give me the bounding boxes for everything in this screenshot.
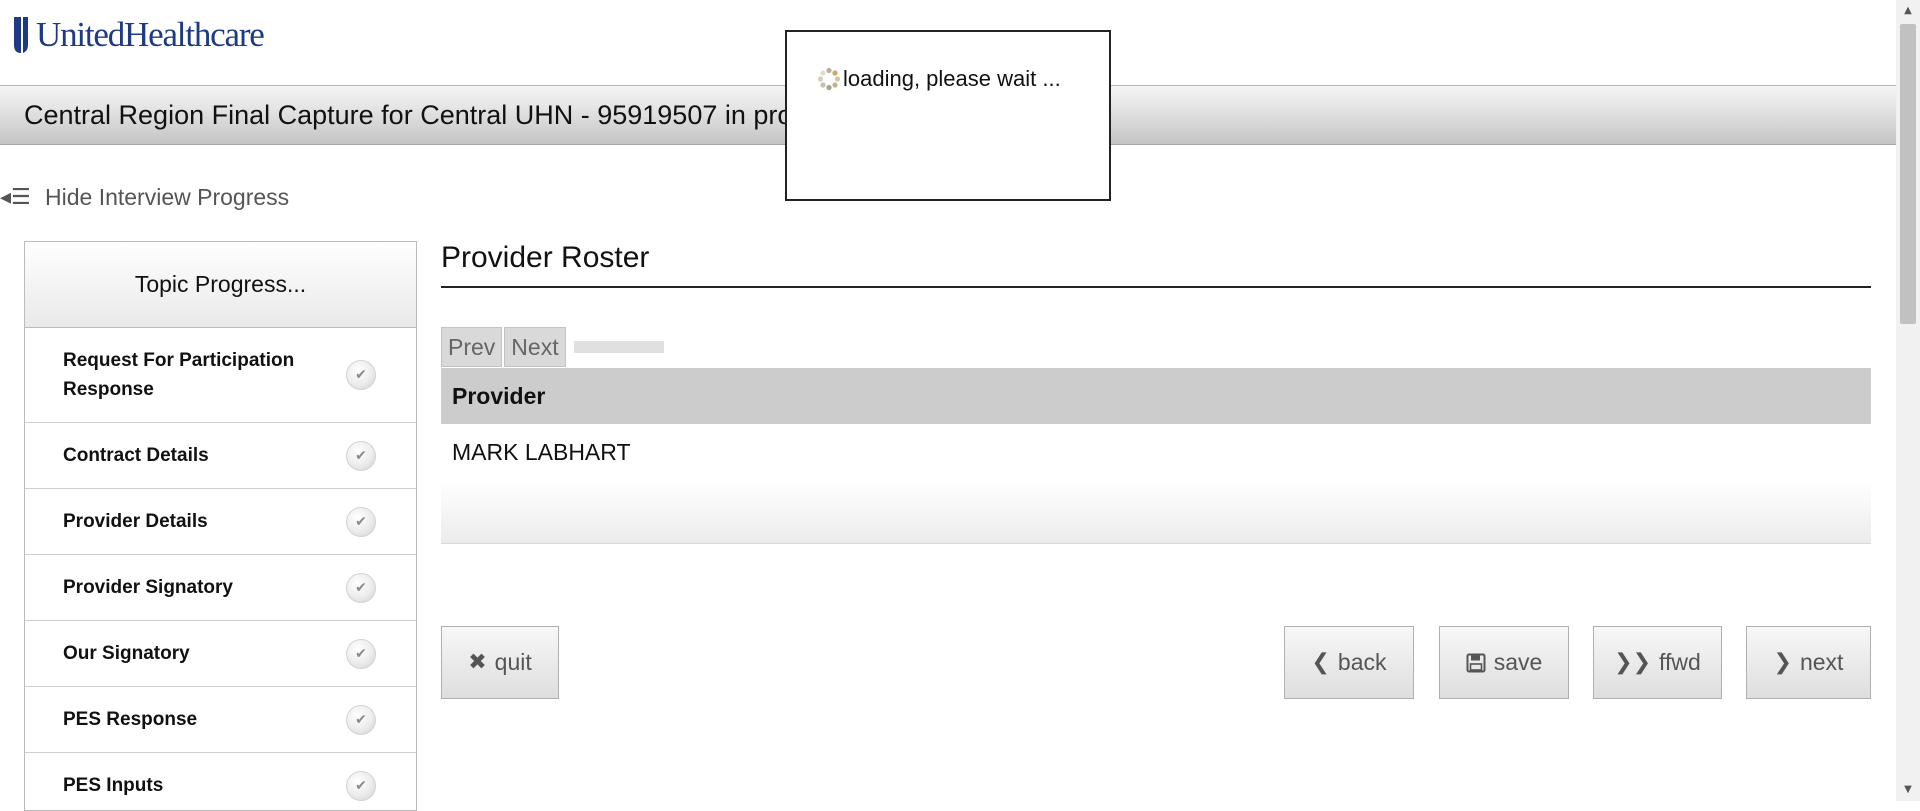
topic-item-provider-signatory[interactable]: Provider Signatory ✔	[25, 555, 416, 621]
topic-item-request-for-participation-response[interactable]: Request For Participation Response ✔	[25, 328, 416, 423]
check-icon: ✔	[346, 506, 376, 537]
topic-item-label: Provider Signatory	[63, 577, 233, 598]
topic-item-provider-details[interactable]: Provider Details ✔	[25, 489, 416, 555]
vertical-scrollbar[interactable]: ▲ ▼	[1896, 0, 1920, 801]
pager-indicator	[573, 341, 664, 353]
loading-dialog: loading, please wait ...	[785, 30, 1111, 201]
back-button[interactable]: ❮ back	[1284, 626, 1414, 699]
topic-item-label: Our Signatory	[63, 643, 190, 664]
topic-progress-header: Topic Progress...	[25, 242, 416, 328]
scroll-thumb[interactable]	[1900, 24, 1916, 324]
loading-row: loading, please wait ...	[817, 66, 1061, 92]
topic-item-label: Request For Participation Response	[63, 350, 295, 400]
chevron-right-icon: ❯	[1773, 650, 1792, 675]
quit-label: quit	[494, 649, 532, 675]
spinner-icon	[817, 67, 841, 91]
check-icon: ✔	[346, 704, 376, 735]
topic-item-pes-inputs[interactable]: PES Inputs ✔	[25, 753, 416, 810]
scroll-up-arrow-icon[interactable]: ▲	[1896, 0, 1920, 22]
roster-pager: Prev Next	[441, 327, 664, 367]
brand-name: UnitedHealthcare	[36, 15, 265, 54]
next-button[interactable]: ❯ next	[1746, 626, 1871, 699]
topic-item-label: Provider Details	[63, 511, 208, 532]
topic-item-label: Contract Details	[63, 445, 209, 466]
hide-interview-progress-toggle[interactable]: ◂☰ Hide Interview Progress	[0, 184, 289, 211]
next-label: next	[1799, 649, 1844, 675]
back-label: back	[1337, 649, 1387, 675]
quit-button[interactable]: ✖ quit	[441, 626, 559, 699]
floppy-disk-icon	[1466, 653, 1486, 672]
table-header-provider: Provider	[441, 368, 1871, 424]
table-footer	[441, 480, 1871, 544]
x-icon: ✖	[468, 650, 487, 675]
page-title: Central Region Final Capture for Central…	[24, 100, 859, 130]
next-page-button[interactable]: Next	[504, 327, 566, 367]
ffwd-button[interactable]: ❯❯ ffwd	[1593, 626, 1722, 699]
loading-text: loading, please wait ...	[843, 66, 1061, 91]
topic-progress-panel: Topic Progress... Request For Participat…	[24, 241, 417, 811]
prev-page-button[interactable]: Prev	[441, 327, 503, 367]
save-label: save	[1493, 649, 1543, 675]
save-button[interactable]: save	[1439, 626, 1569, 699]
table-row[interactable]: MARK LABHART	[441, 424, 1871, 480]
check-icon: ✔	[346, 360, 376, 390]
topic-item-contract-details[interactable]: Contract Details ✔	[25, 423, 416, 489]
collapse-list-icon: ◂☰	[0, 185, 31, 210]
provider-roster-table: Provider MARK LABHART	[441, 368, 1871, 544]
topic-item-label: PES Inputs	[63, 775, 164, 796]
section-divider	[441, 286, 1871, 288]
topic-item-pes-response[interactable]: PES Response ✔	[25, 687, 416, 753]
uhc-shield-icon	[14, 17, 28, 53]
check-icon: ✔	[346, 770, 376, 801]
hide-interview-progress-label: Hide Interview Progress	[45, 184, 290, 210]
scroll-down-arrow-icon[interactable]: ▼	[1896, 779, 1920, 801]
topic-item-our-signatory[interactable]: Our Signatory ✔	[25, 621, 416, 687]
check-icon: ✔	[346, 440, 376, 471]
section-title: Provider Roster	[441, 241, 650, 274]
brand-logo: UnitedHealthcare	[12, 14, 265, 56]
topic-item-label: PES Response	[63, 709, 198, 730]
page: UnitedHealthcare Central Region Final Ca…	[0, 0, 1896, 811]
chevron-left-icon: ❮	[1311, 650, 1330, 675]
double-chevron-right-icon: ❯❯	[1614, 650, 1652, 675]
check-icon: ✔	[346, 638, 376, 669]
ffwd-label: ffwd	[1659, 649, 1701, 675]
check-icon: ✔	[346, 572, 376, 603]
